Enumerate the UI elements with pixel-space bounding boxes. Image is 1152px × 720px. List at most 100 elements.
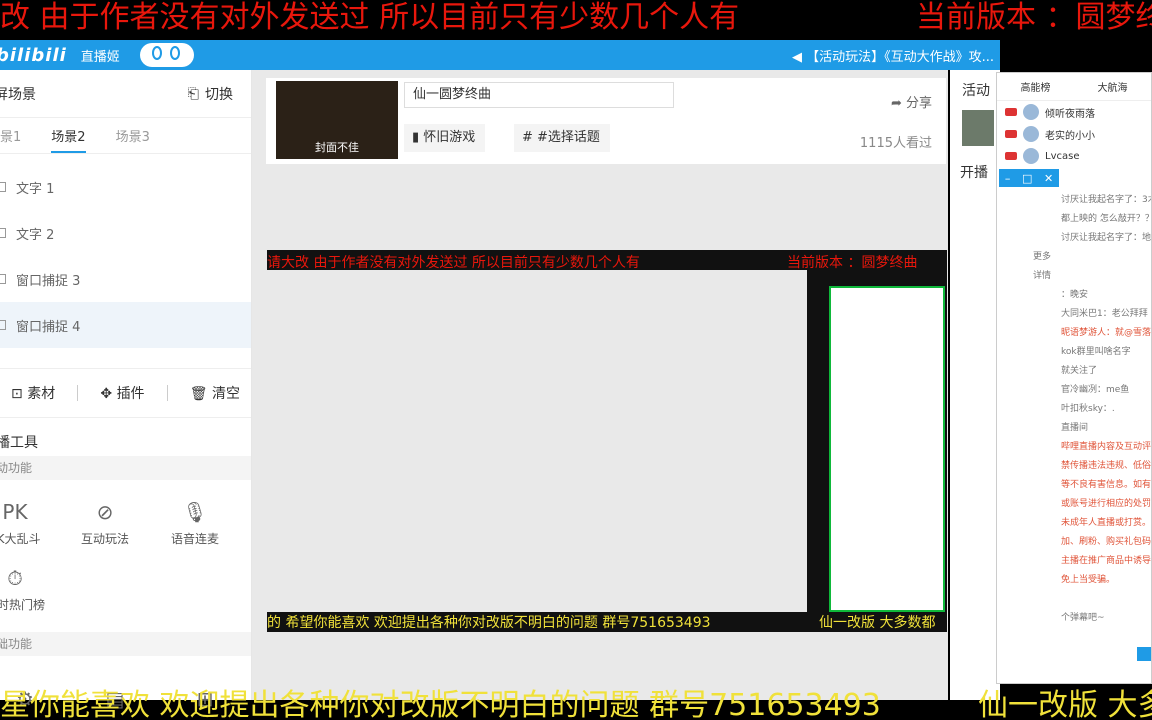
source-label: 窗口捕捉 3 — [16, 273, 81, 289]
minimize-icon[interactable]: – — [1005, 172, 1011, 185]
category-button[interactable]: ▮ 怀旧游戏 — [404, 124, 486, 152]
screen-root: 改 由于作者没有对外发送过 所以目前只有少数几个人有 当前版本 ：圆梦终曲 bi… — [0, 0, 1152, 720]
app-subtitle: 直播姬 — [80, 49, 120, 65]
scene-title: 屏场景 — [0, 86, 36, 103]
chat-message: 昵语梦游人：就@雪落 — [1061, 328, 1152, 338]
more-link[interactable]: 更多 — [997, 246, 1151, 265]
rank-row[interactable]: 老实的小小 — [997, 123, 1151, 145]
pk-button[interactable]: PK PK大乱斗 — [0, 490, 60, 556]
source-label: 文字 2 — [16, 227, 55, 243]
chat-message: kok群里叫啥名字 — [1061, 347, 1131, 357]
notice-line: 或账号进行相应的处罚！ — [1061, 499, 1152, 509]
source-item-selected[interactable]: 窗口捕捉 4 — [0, 302, 251, 348]
chat-message: 都上映的 怎么敲开？？另 — [1061, 214, 1151, 224]
notice-line: 哔哩直播内容及互动评论 — [1061, 442, 1152, 452]
preview-nested-ui — [267, 270, 807, 612]
chat-message: 官冷幽冽：me鱼 — [1061, 385, 1130, 395]
chat-message: 讨厌让我起名字了：3木的 — [1061, 195, 1151, 205]
interactive-section-label: 动功能 — [0, 456, 251, 480]
chat-message: 直播间 — [1061, 423, 1089, 433]
source-toolbar: ⊡ 素材 ✥ 插件 🗑 清空 — [0, 368, 251, 418]
interactive-play-button[interactable]: ⊘ 互动玩法 — [60, 490, 150, 556]
stream-preview[interactable]: 请大改 由于作者没有对外发送过 所以目前只有少数几个人有 当前版本 ：圆梦终曲 … — [267, 250, 947, 632]
tab-scene-3[interactable]: 场景3 — [116, 126, 150, 145]
activity-thumbnail[interactable] — [962, 110, 994, 146]
top-scrolling-banner: 改 由于作者没有对外发送过 所以目前只有少数几个人有 — [0, 0, 740, 35]
live-tools-title: 播工具 — [0, 435, 38, 451]
preview-bottom-banner: 的 希望你能喜欢 欢迎提出各种你对改版不明白的问题 群号751653493 — [267, 615, 711, 631]
viewer-count: 1115人看过 — [859, 136, 932, 151]
preview-chat-window — [829, 286, 945, 612]
cover-thumbnail[interactable]: 封面不佳 — [276, 81, 398, 159]
tab-members[interactable]: 大航海 — [1074, 79, 1151, 94]
notice-line: 禁传播违法违规、低俗血 — [1061, 461, 1152, 471]
notice-line: 主播在推广商品中诱导私 — [1061, 556, 1152, 566]
rank-row[interactable]: Lvcase — [997, 145, 1151, 167]
rank-badge — [1005, 108, 1017, 116]
scene-tabs: 景1 场景2 场景3 — [0, 118, 251, 154]
danmaku-input[interactable]: 个弹幕吧~ — [1061, 610, 1105, 623]
material-button[interactable]: ⊡ 素材 — [11, 383, 55, 403]
voice-link-button[interactable]: 🎙 语音连麦 — [150, 490, 240, 556]
scene-sidebar: 屏场景 ⎗ 切换 景1 场景2 场景3 文字 1 文字 2 窗口捕捉 3 窗口捕捉… — [0, 70, 252, 711]
source-item[interactable]: 文字 2 — [0, 210, 251, 256]
top-version-banner: 当前版本 ：圆梦终曲 — [916, 0, 1152, 35]
chat-message: 叶扣秋sky：. — [1061, 404, 1115, 414]
clear-button[interactable]: 🗑 清空 — [190, 383, 240, 403]
activity-label: 活动 — [962, 83, 990, 99]
maximize-icon[interactable]: □ — [1022, 172, 1032, 185]
game-icon: ⊘ — [96, 499, 114, 524]
share-button[interactable]: ➦ 分享 — [891, 92, 932, 111]
announcement-text: 【活动玩法】《互动大作战》攻... — [806, 50, 994, 65]
chat-message: 讨厌让我起名字了：地图冲 — [1061, 233, 1152, 243]
tab-rank[interactable]: 高能榜 — [997, 79, 1074, 94]
notice-line: 未成年人直播或打赏。请勿轻 — [1061, 518, 1152, 528]
source-label: 窗口捕捉 4 — [16, 319, 81, 335]
tool-label: 互动玩法 — [80, 531, 129, 546]
topic-icon: # — [522, 130, 538, 145]
mic-icon: 🎙 — [182, 499, 208, 524]
send-button[interactable] — [1137, 647, 1151, 661]
source-label: 文字 1 — [16, 181, 55, 197]
activity-panel: 活动 开播 — [950, 70, 1000, 700]
chat-message: 大同米巴1：老公拜拜 — [1061, 309, 1148, 319]
rank-user: 倾听夜雨落 — [1045, 108, 1095, 120]
mini-window-controls: – □ ✕ — [999, 169, 1059, 187]
category-label: 怀旧游戏 — [423, 130, 476, 145]
tool-grid: PK PK大乱斗 ⊘ 互动玩法 🎙 语音连麦 ⏱ 限时热门榜 — [0, 480, 251, 622]
share-label: 分享 — [905, 96, 932, 111]
switch-label: 切换 — [205, 86, 233, 103]
announcement-link[interactable]: ◀ 【活动玩法】《互动大作战》攻... — [792, 46, 994, 65]
preview-version-banner: 当前版本 ：圆梦终曲 — [787, 255, 918, 271]
notice-line: 等不良有害信息。如有违 — [1061, 480, 1152, 490]
main-stage: 封面不佳 仙一圆梦终曲 ▮ 怀旧游戏 # #选择话题 ➦ 分享 1115人看过 … — [252, 70, 948, 700]
app-header: bilibili 直播姬 ◀ 【活动玩法】《互动大作战》攻... — [0, 40, 1000, 70]
source-item[interactable]: 文字 1 — [0, 164, 251, 210]
tool-label: 限时热门榜 — [0, 597, 45, 612]
start-live-label[interactable]: 开播 — [960, 162, 1000, 182]
rank-user: Lvcase — [1045, 150, 1080, 162]
close-icon[interactable]: ✕ — [1044, 172, 1053, 185]
divider — [166, 385, 168, 401]
basic-section-label: 础功能 — [0, 632, 251, 656]
switch-scene-button[interactable]: ⎗ 切换 — [188, 84, 233, 104]
rank-row[interactable]: 倾听夜雨落 — [997, 101, 1151, 123]
tab-scene-2[interactable]: 场景2 — [51, 126, 86, 153]
source-item[interactable]: 窗口捕捉 3 — [0, 256, 251, 302]
bilibili-logo: bilibili — [0, 44, 67, 66]
plugin-button[interactable]: ✥ 插件 — [100, 383, 144, 403]
stream-title-input[interactable]: 仙一圆梦终曲 — [404, 82, 674, 108]
plugin-label: 插件 — [116, 386, 145, 402]
tool-label: 语音连麦 — [170, 531, 219, 546]
hot-rank-button[interactable]: ⏱ 限时热门榜 — [0, 556, 60, 622]
detail-link[interactable]: 详情 — [997, 265, 1151, 284]
pk-icon: PK — [2, 499, 28, 524]
plugin-icon: ✥ — [100, 386, 113, 402]
window-source-icon — [0, 320, 6, 330]
mascot-icon — [139, 43, 194, 67]
notice-line: 加、刷粉、购买礼包码， — [1061, 537, 1152, 547]
topic-button[interactable]: # #选择话题 — [514, 124, 610, 152]
preview-bottom-right-banner: 仙一改版 大多数都 — [819, 615, 936, 631]
tool-label: PK大乱斗 — [0, 531, 41, 546]
tab-scene-1[interactable]: 景1 — [0, 126, 21, 145]
